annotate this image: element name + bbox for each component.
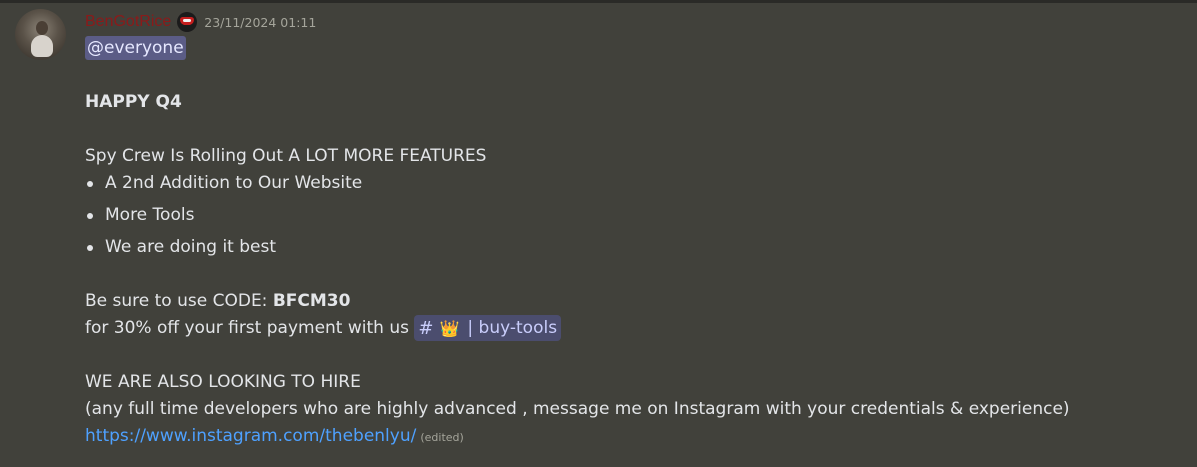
instagram-link[interactable]: https://www.instagram.com/thebenlyu/	[85, 426, 416, 446]
list-item-text: We are doing it best	[105, 237, 277, 257]
list-item: A 2nd Addition to Our Website	[85, 170, 1175, 202]
edited-label: (edited)	[420, 431, 464, 444]
avatar-body-shape	[31, 35, 53, 57]
code-prefix: Be sure to use CODE:	[85, 291, 273, 311]
bullet-icon	[87, 181, 93, 187]
announcement-heading: HAPPY Q4	[85, 92, 182, 112]
hire-details: (any full time developers who are highly…	[85, 399, 1070, 419]
avatar[interactable]	[15, 9, 66, 60]
intro-text: Spy Crew Is Rolling Out A LOT MORE FEATU…	[85, 146, 487, 166]
channel-hash-icon: #	[418, 317, 434, 339]
features-list: A 2nd Addition to Our Website More Tools…	[85, 170, 1175, 266]
code-line: Be sure to use CODE: BFCM30	[85, 288, 1175, 315]
message-header: BenGotRice 23/11/2024 01:11	[85, 11, 316, 33]
message-content: @everyone HAPPY Q4 Spy Crew Is Rolling O…	[85, 35, 1175, 450]
link-line: https://www.instagram.com/thebenlyu/ (edi…	[85, 423, 1175, 450]
list-item-text: A 2nd Addition to Our Website	[105, 173, 363, 193]
list-item: We are doing it best	[85, 234, 1175, 266]
avatar-head-shape	[36, 21, 48, 35]
bullet-icon	[87, 245, 93, 251]
crown-icon: 👑	[439, 318, 460, 338]
channel-link-buy-tools[interactable]: # 👑 | buy-tools	[414, 315, 562, 341]
offer-line: for 30% off your first payment with us #…	[85, 315, 1175, 342]
chat-message: BenGotRice 23/11/2024 01:11 @everyone HA…	[0, 3, 1197, 467]
list-item: More Tools	[85, 202, 1175, 234]
list-item-text: More Tools	[105, 205, 195, 225]
mention-line: @everyone	[85, 35, 1175, 62]
channel-name: | buy-tools	[467, 317, 558, 338]
ninja-badge-icon[interactable]	[177, 12, 198, 32]
offer-text: for 30% off your first payment with us	[85, 318, 409, 338]
hire-heading: WE ARE ALSO LOOKING TO HIRE	[85, 372, 361, 392]
everyone-mention[interactable]: @everyone	[85, 36, 186, 60]
author-username[interactable]: BenGotRice	[85, 13, 171, 31]
discount-code: BFCM30	[272, 291, 351, 311]
message-timestamp[interactable]: 23/11/2024 01:11	[204, 15, 316, 30]
bullet-icon	[87, 213, 93, 219]
